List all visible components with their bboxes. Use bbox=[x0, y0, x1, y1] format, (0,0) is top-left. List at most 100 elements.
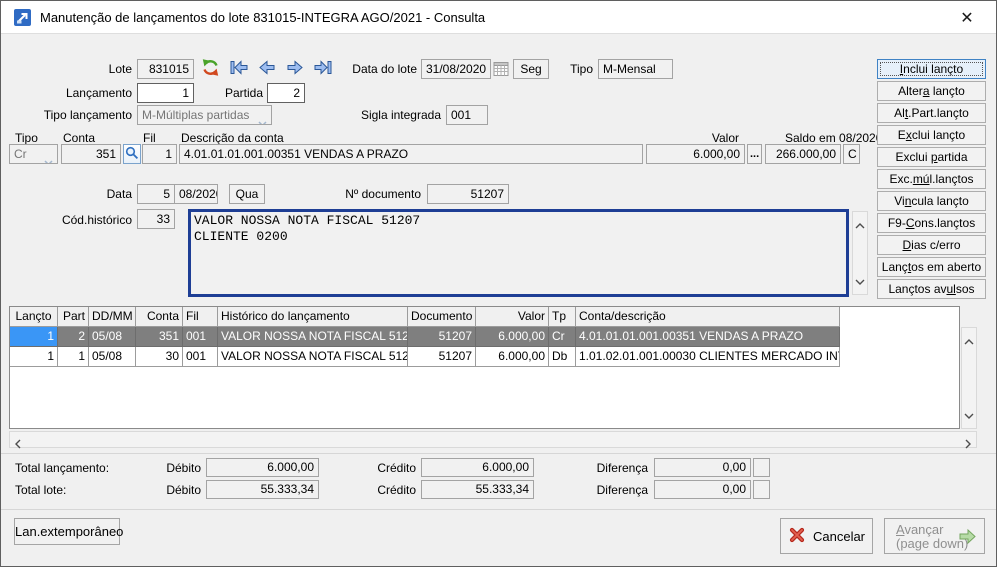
button-label: E bbox=[898, 128, 906, 142]
button-label: p bbox=[931, 150, 938, 164]
column-header[interactable]: Documento bbox=[408, 307, 476, 327]
grid-horizontal-scrollbar[interactable] bbox=[9, 431, 977, 448]
lancamento-field[interactable]: 1 bbox=[137, 83, 194, 103]
column-header[interactable]: Histórico do lançamento bbox=[218, 307, 408, 327]
tipo-partida-value: Cr bbox=[14, 147, 27, 161]
button-label: ias c/erro bbox=[911, 238, 960, 252]
refresh-icon[interactable] bbox=[201, 58, 220, 80]
column-header[interactable]: Part bbox=[58, 307, 89, 327]
data-lote-field: 31/08/2020 bbox=[421, 59, 491, 79]
cell-conta[interactable]: 351 bbox=[136, 327, 183, 347]
total-lancamento-dc-box bbox=[753, 458, 770, 477]
cancelar-button[interactable]: Cancelar bbox=[780, 518, 873, 554]
lanctos-em-aberto-button[interactable]: Lançtos em aberto bbox=[877, 257, 986, 277]
column-header[interactable]: Lançto bbox=[10, 307, 58, 327]
sigla-field: 001 bbox=[446, 105, 488, 125]
button-label: cula lançto bbox=[911, 194, 968, 208]
close-button[interactable]: ✕ bbox=[946, 2, 988, 33]
row-filler bbox=[840, 347, 959, 367]
cell-lancto[interactable]: 1 bbox=[10, 327, 58, 347]
data-label: Data bbox=[21, 184, 132, 204]
button-label: clui lançto bbox=[912, 128, 965, 142]
cell-conta_descricao[interactable]: 4.01.01.01.001.00351 VENDAS A PRAZO bbox=[576, 327, 840, 347]
button-label: lançto bbox=[930, 84, 965, 98]
cell-tp[interactable]: Cr bbox=[549, 327, 576, 347]
button-label: nclui lançto bbox=[903, 62, 963, 76]
calendar-icon[interactable] bbox=[493, 60, 509, 80]
grid-vertical-scrollbar[interactable] bbox=[961, 327, 977, 429]
saldo-dc-field: C bbox=[843, 144, 860, 164]
column-header[interactable]: Valor bbox=[476, 307, 549, 327]
exclui-partida-button[interactable]: Exclui partida bbox=[877, 147, 986, 167]
cell-valor[interactable]: 6.000,00 bbox=[476, 327, 549, 347]
f9-cons-lanctos-button[interactable]: F9-Cons.lançtos bbox=[877, 213, 986, 233]
title-bar: Manutenção de lançamentos do lote 831015… bbox=[1, 1, 996, 34]
alt-part-lancto-button[interactable]: Alt.Part.lançto bbox=[877, 103, 986, 123]
total-lote-diferenca-field: 0,00 bbox=[654, 480, 751, 499]
cell-historico[interactable]: VALOR NOSSA NOTA FISCAL 51207 bbox=[218, 327, 408, 347]
row-filler bbox=[840, 327, 959, 347]
total-lancamento-label: Total lançamento: bbox=[15, 458, 109, 478]
inclui-lancto-button[interactable]: Inclui lançto bbox=[877, 59, 986, 79]
column-header[interactable]: Conta bbox=[136, 307, 183, 327]
app-icon bbox=[14, 9, 31, 31]
cell-part[interactable]: 1 bbox=[58, 347, 89, 367]
historico-textarea[interactable]: VALOR NOSSA NOTA FISCAL 51207 CLIENTE 02… bbox=[188, 209, 849, 297]
cell-part[interactable]: 2 bbox=[58, 327, 89, 347]
scroll-up-icon[interactable] bbox=[855, 216, 865, 234]
button-label: .Part.lançto bbox=[908, 106, 969, 120]
column-header[interactable]: DD/MM bbox=[89, 307, 136, 327]
exclui-lancto-button[interactable]: Exclui lançto bbox=[877, 125, 986, 145]
button-label: sos bbox=[956, 282, 975, 296]
avancar-button[interactable]: Avançar(page down) bbox=[884, 518, 985, 554]
button-label: mú bbox=[913, 172, 930, 186]
valor-more-button[interactable]: ... bbox=[747, 144, 762, 164]
first-record-icon[interactable] bbox=[228, 59, 250, 77]
cell-ddmm[interactable]: 05/08 bbox=[89, 347, 136, 367]
altera-lancto-button[interactable]: Altera lançto bbox=[877, 81, 986, 101]
table-row[interactable]: 1105/0830001VALOR NOSSA NOTA FISCAL 5120… bbox=[10, 347, 959, 367]
cell-historico[interactable]: VALOR NOSSA NOTA FISCAL 51207 bbox=[218, 347, 408, 367]
previous-record-icon[interactable] bbox=[256, 59, 278, 77]
lanctos-avulsos-button[interactable]: Lançtos avulsos bbox=[877, 279, 986, 299]
button-label: Al bbox=[894, 106, 905, 120]
chevron-down-icon bbox=[44, 153, 53, 164]
button-label: Exclui bbox=[895, 150, 930, 164]
data-day-field: 5 bbox=[137, 184, 175, 204]
cell-valor[interactable]: 6.000,00 bbox=[476, 347, 549, 367]
cell-fil[interactable]: 001 bbox=[183, 327, 218, 347]
next-record-icon[interactable] bbox=[284, 59, 306, 77]
cell-documento[interactable]: 51207 bbox=[408, 347, 476, 367]
scroll-down-icon[interactable] bbox=[964, 406, 974, 424]
dias-c-erro-button[interactable]: Dias c/erro bbox=[877, 235, 986, 255]
cell-documento[interactable]: 51207 bbox=[408, 327, 476, 347]
cell-conta_descricao[interactable]: 1.01.02.01.001.00030 CLIENTES MERCADO IN… bbox=[576, 347, 840, 367]
debito-label: Débito bbox=[146, 458, 201, 478]
historico-scrollbar[interactable] bbox=[852, 211, 868, 295]
scroll-right-icon[interactable] bbox=[965, 436, 971, 454]
table-row[interactable]: 1205/08351001VALOR NOSSA NOTA FISCAL 512… bbox=[10, 327, 959, 347]
cell-conta[interactable]: 30 bbox=[136, 347, 183, 367]
scroll-up-icon[interactable] bbox=[964, 332, 974, 350]
button-label: Vi bbox=[894, 194, 904, 208]
cell-ddmm[interactable]: 05/08 bbox=[89, 327, 136, 347]
conta-lookup-button[interactable] bbox=[123, 144, 141, 164]
tipo-lancamento-dropdown: M-Múltiplas partidas bbox=[137, 105, 272, 125]
cell-fil[interactable]: 001 bbox=[183, 347, 218, 367]
cell-tp[interactable]: Db bbox=[549, 347, 576, 367]
exc-mul-lanctos-button[interactable]: Exc.múl.lançtos bbox=[877, 169, 986, 189]
dialog-window: Manutenção de lançamentos do lote 831015… bbox=[0, 0, 997, 567]
forward-arrow-icon bbox=[958, 528, 977, 548]
scroll-down-icon[interactable] bbox=[855, 272, 865, 290]
button-label: Exc. bbox=[889, 172, 912, 186]
column-header[interactable]: Tp bbox=[549, 307, 576, 327]
lan-extemporaneo-button[interactable]: Lan.extemporâneo bbox=[14, 518, 120, 545]
cell-lancto[interactable]: 1 bbox=[10, 347, 58, 367]
partida-field[interactable]: 2 bbox=[267, 83, 305, 103]
column-header[interactable]: Conta/descrição bbox=[576, 307, 840, 327]
vincula-lancto-button[interactable]: Vincula lançto bbox=[877, 191, 986, 211]
scroll-left-icon[interactable] bbox=[15, 436, 21, 454]
column-header[interactable]: Fil bbox=[183, 307, 218, 327]
total-lote-label: Total lote: bbox=[15, 480, 66, 500]
divider bbox=[1, 509, 996, 510]
